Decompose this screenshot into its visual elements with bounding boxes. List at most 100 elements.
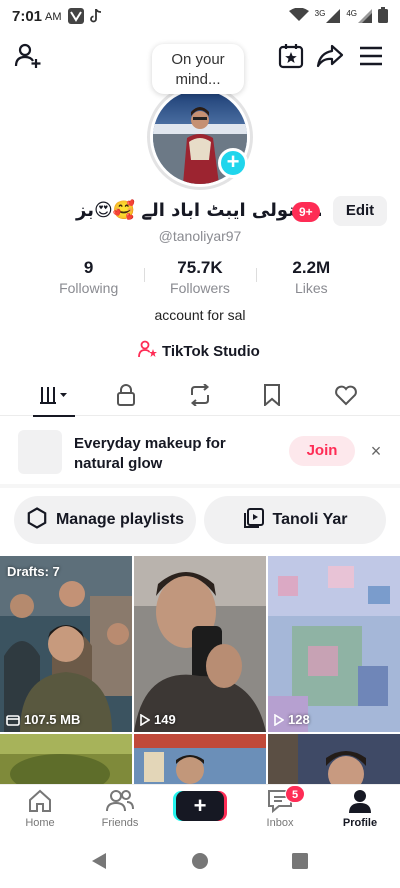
tab-liked[interactable] [322, 378, 370, 416]
promo-line2: natural glow [74, 455, 163, 472]
video-thumbnail [134, 556, 266, 732]
video-views: 149 [140, 712, 176, 727]
play-icon [274, 713, 284, 726]
video-views-value: 128 [288, 712, 310, 727]
notification-badge[interactable]: 9+ [292, 202, 320, 222]
video-thumbnail [268, 556, 400, 732]
lock-icon [116, 383, 136, 411]
calendar-star-icon[interactable] [275, 40, 307, 72]
section-divider [0, 484, 400, 488]
network-3g-label: 3G [314, 9, 326, 18]
v-app-icon [67, 8, 84, 24]
nav-profile[interactable]: Profile [325, 789, 395, 833]
bubble-line2: mind... [175, 71, 221, 88]
tiktok-studio-link[interactable]: TikTok Studio [138, 340, 260, 362]
tab-reposts[interactable] [176, 378, 224, 416]
drafts-tile[interactable]: Drafts: 7 107.5 MB [0, 556, 132, 732]
close-icon[interactable]: × [366, 441, 386, 461]
home-button-icon[interactable] [191, 852, 209, 875]
video-grid: Drafts: 7 107.5 MB 149 128 [0, 556, 400, 784]
tiktok-notification-icon [89, 9, 102, 23]
signal-3g-icon: 3G [315, 9, 341, 23]
playlist-button[interactable]: Tanoli Yar [204, 496, 386, 544]
network-4g-label: 4G [346, 9, 357, 18]
video-views-value: 149 [154, 712, 176, 727]
playlist-label: Tanoli Yar [272, 511, 348, 528]
bookmark-icon [263, 383, 281, 411]
add-friend-icon[interactable] [12, 40, 44, 72]
video-tile[interactable]: 128 [268, 556, 400, 732]
share-icon[interactable] [314, 40, 346, 72]
username: @tanoliyar97 [158, 228, 242, 244]
video-views: 128 [274, 712, 310, 727]
video-tile[interactable] [134, 734, 266, 784]
stat-value: 75.7K [177, 258, 223, 277]
status-time: 7:01 [12, 7, 43, 25]
battery-icon [378, 6, 388, 26]
stat-label: Likes [294, 280, 328, 296]
status-ampm: AM [45, 11, 62, 23]
stat-following[interactable]: 9 Following [33, 258, 144, 298]
add-story-button[interactable]: + [218, 148, 248, 178]
bubble-line1: On your [171, 51, 225, 68]
video-tile[interactable] [0, 734, 132, 784]
tab-videos[interactable] [30, 378, 78, 417]
nav-profile-label: Profile [342, 817, 378, 829]
create-button[interactable]: + [176, 791, 224, 821]
system-navigation [0, 836, 400, 888]
nav-home[interactable]: Home [5, 789, 75, 833]
video-thumbnail [0, 734, 132, 784]
bottom-navigation: Home Friends + 5 Inbox Profile [0, 784, 400, 834]
content-tabs [0, 378, 400, 417]
tab-favorites[interactable] [248, 378, 296, 416]
stat-followers[interactable]: 75.7K Followers [144, 258, 255, 298]
recents-icon[interactable] [291, 852, 309, 875]
bio-text: account for sal [154, 307, 246, 323]
drafts-size: 107.5 MB [6, 712, 80, 727]
gear-icon [26, 506, 48, 534]
promo-text: Everyday makeup for natural glow [74, 434, 274, 474]
drafts-size-value: 107.5 MB [24, 712, 81, 727]
video-thumbnail [268, 734, 400, 784]
status-bar: 7:01 AM 3G 4G [0, 0, 400, 32]
stat-label: Following [59, 280, 119, 296]
video-thumbnail [134, 734, 266, 784]
video-tile[interactable]: 149 [134, 556, 266, 732]
grid-columns-icon [40, 386, 68, 409]
video-tile[interactable] [268, 734, 400, 784]
nav-friends-label: Friends [101, 817, 139, 829]
inbox-badge: 5 [285, 785, 305, 803]
display-name: تنولی ایبٹ اباد الے 🥰😍بز... [76, 200, 323, 221]
tab-private[interactable] [102, 378, 150, 416]
profile-stats: 9 Following 75.7K Followers 2.2M Likes [33, 258, 367, 298]
status-bubble[interactable]: On your mind... [152, 44, 244, 94]
drafts-thumbnail [0, 556, 132, 732]
playlist-row: Manage playlists Tanoli Yar [14, 496, 386, 544]
stat-likes[interactable]: 2.2M Likes [255, 258, 367, 298]
back-icon[interactable] [90, 852, 108, 875]
edit-profile-button[interactable]: Edit [333, 196, 387, 226]
signal-4g-icon: 4G [346, 9, 372, 23]
repost-icon [188, 382, 212, 411]
promo-thumbnail [18, 430, 62, 474]
manage-playlists-label: Manage playlists [55, 511, 185, 528]
stat-value: 9 [83, 258, 94, 277]
promo-line1: Everyday makeup for [74, 435, 226, 452]
stat-label: Followers [170, 280, 230, 296]
folder-icon [6, 714, 20, 726]
manage-playlists-button[interactable]: Manage playlists [14, 496, 196, 544]
friends-icon [106, 790, 134, 812]
drafts-label: Drafts: 7 [7, 564, 60, 579]
join-button[interactable]: Join [289, 436, 355, 466]
nav-inbox[interactable]: 5 Inbox [245, 785, 315, 833]
promo-banner[interactable]: Everyday makeup for natural glow Join × [0, 420, 400, 484]
studio-label: TikTok Studio [162, 342, 260, 360]
heart-icon [334, 384, 358, 411]
playlist-icon [243, 507, 265, 534]
nav-friends[interactable]: Friends [85, 789, 155, 833]
stat-value: 2.2M [292, 258, 331, 277]
menu-icon[interactable] [355, 40, 387, 72]
status-right: 3G 4G [288, 6, 388, 26]
play-icon [140, 713, 150, 726]
profile-icon [349, 790, 371, 813]
